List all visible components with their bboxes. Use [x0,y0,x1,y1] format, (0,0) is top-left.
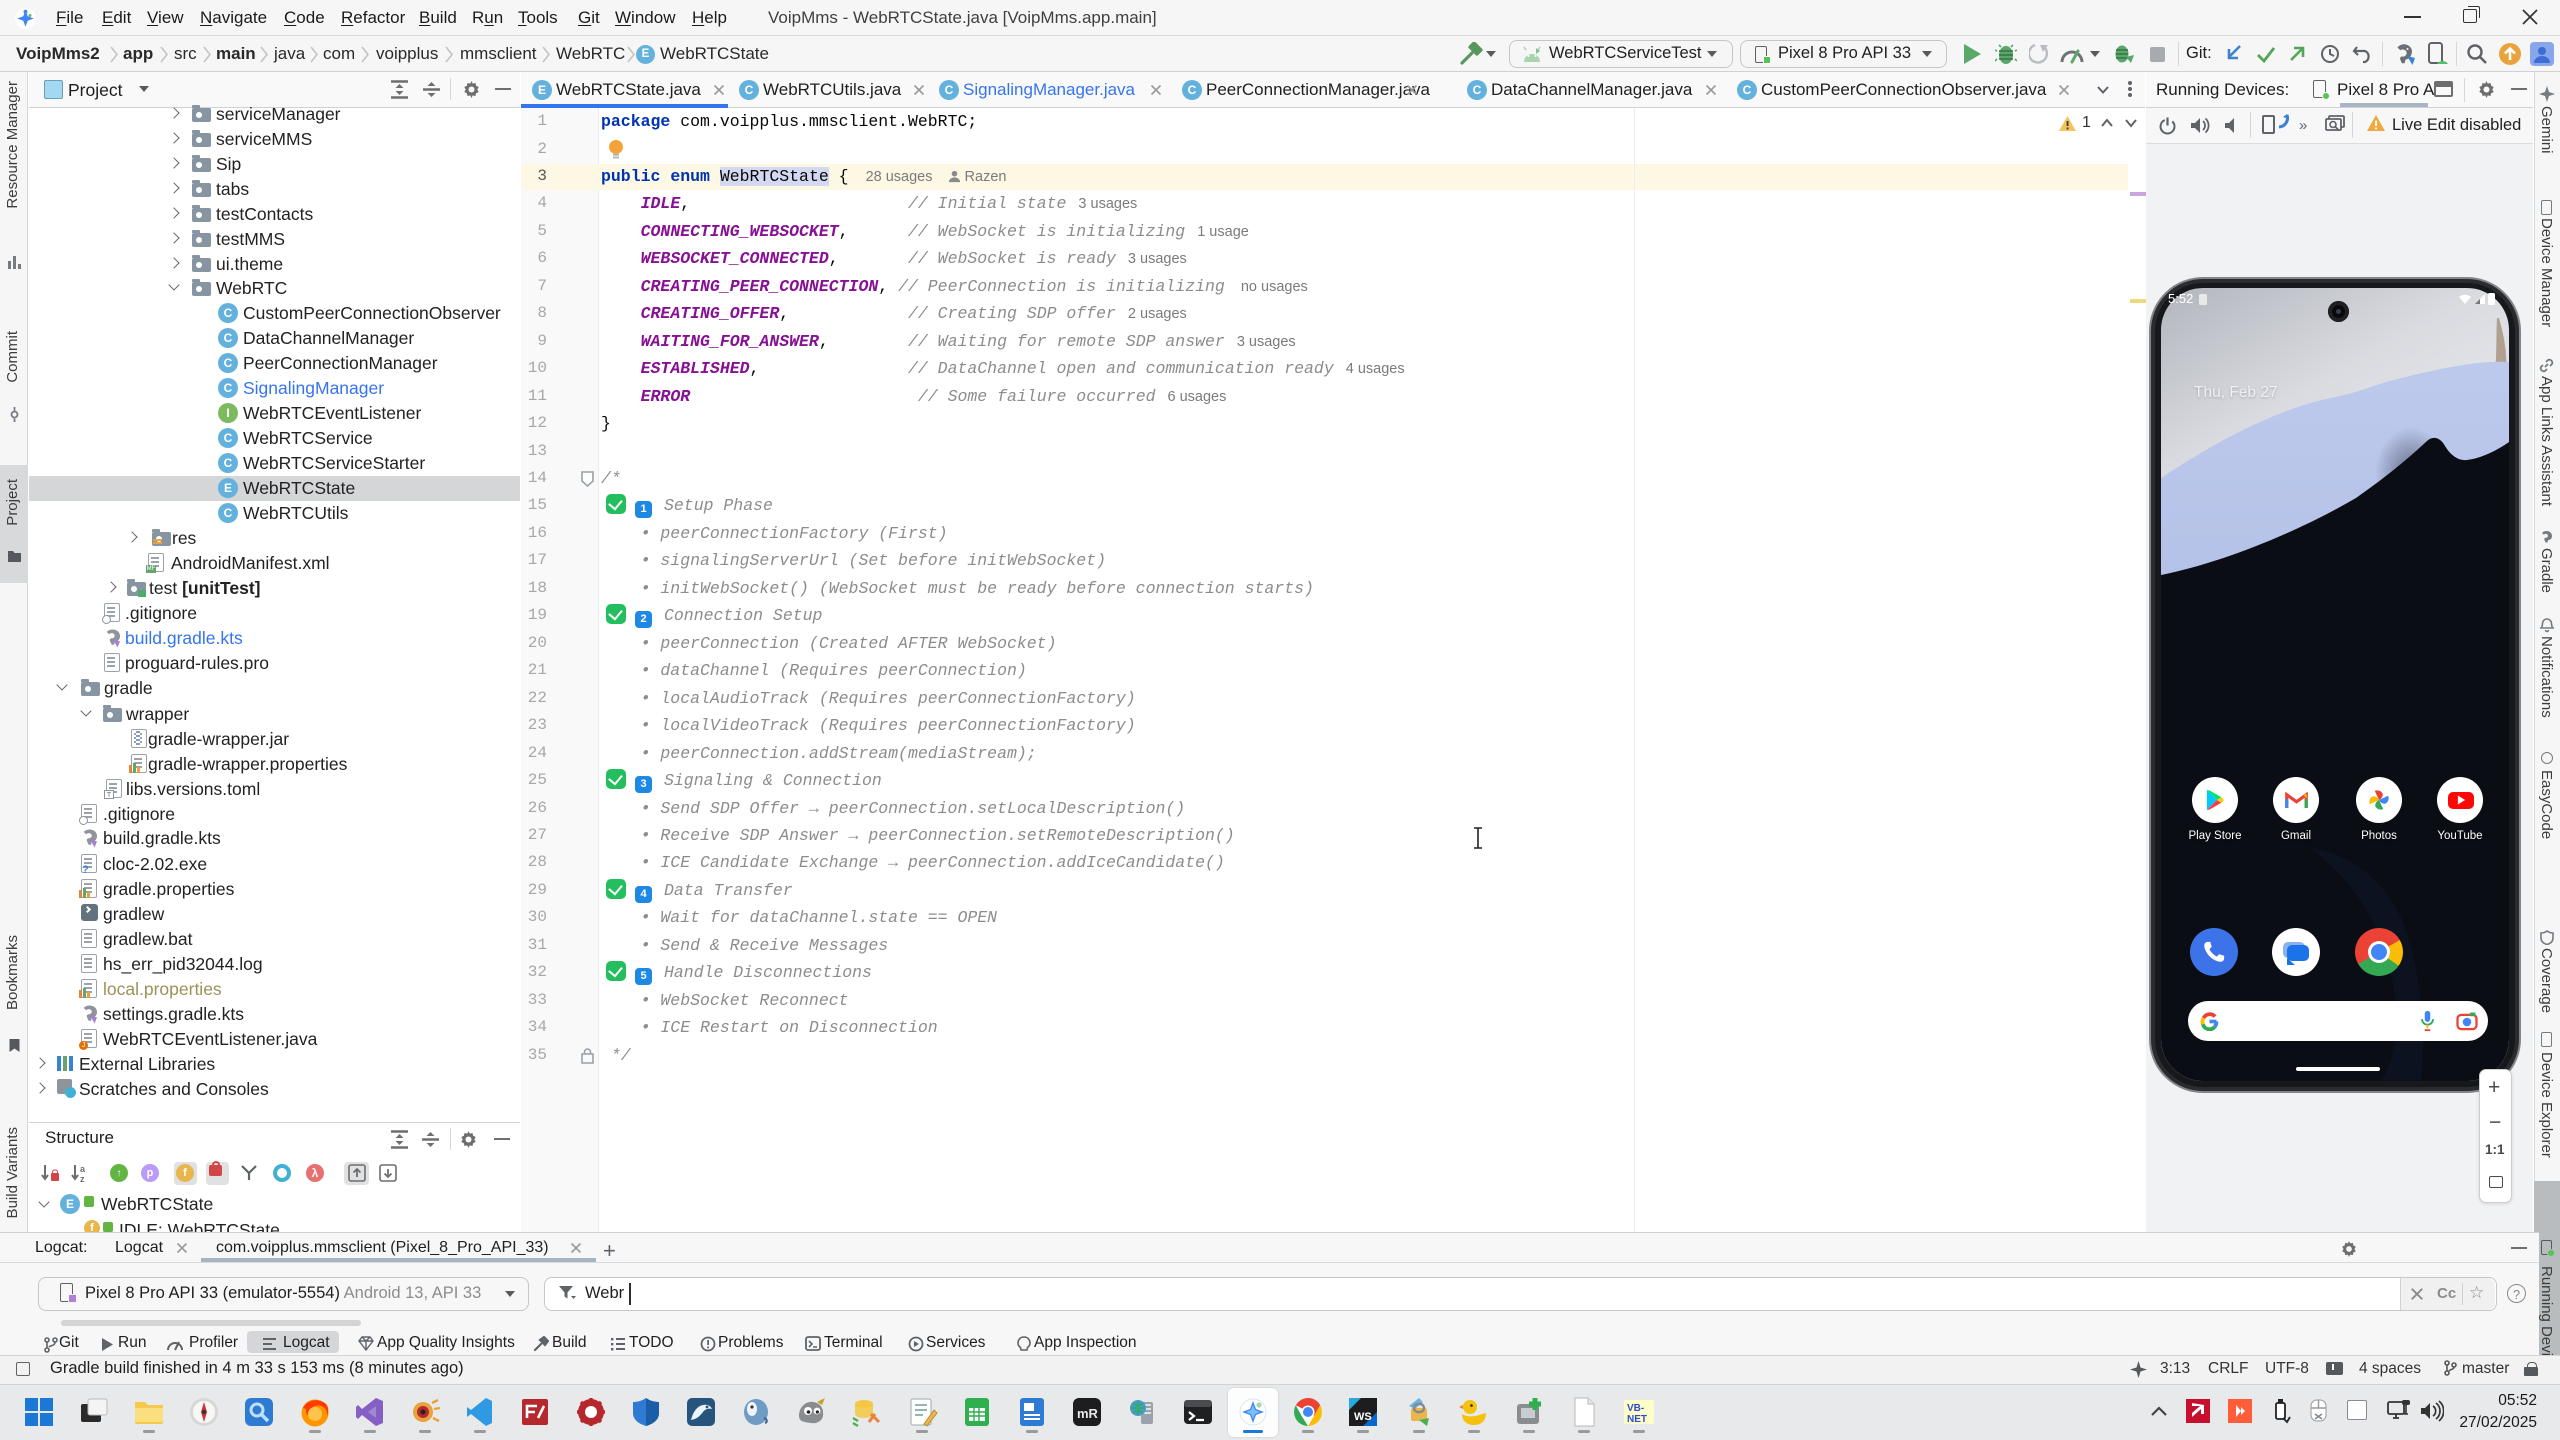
svg-text:z: z [80,1174,85,1183]
svg-text:VB-: VB- [1627,1403,1644,1414]
svg-text:mR: mR [1077,1406,1099,1421]
svg-text:NET: NET [1627,1414,1647,1425]
svg-text:a: a [80,1164,86,1174]
svg-text:WS: WS [1354,1411,1372,1423]
